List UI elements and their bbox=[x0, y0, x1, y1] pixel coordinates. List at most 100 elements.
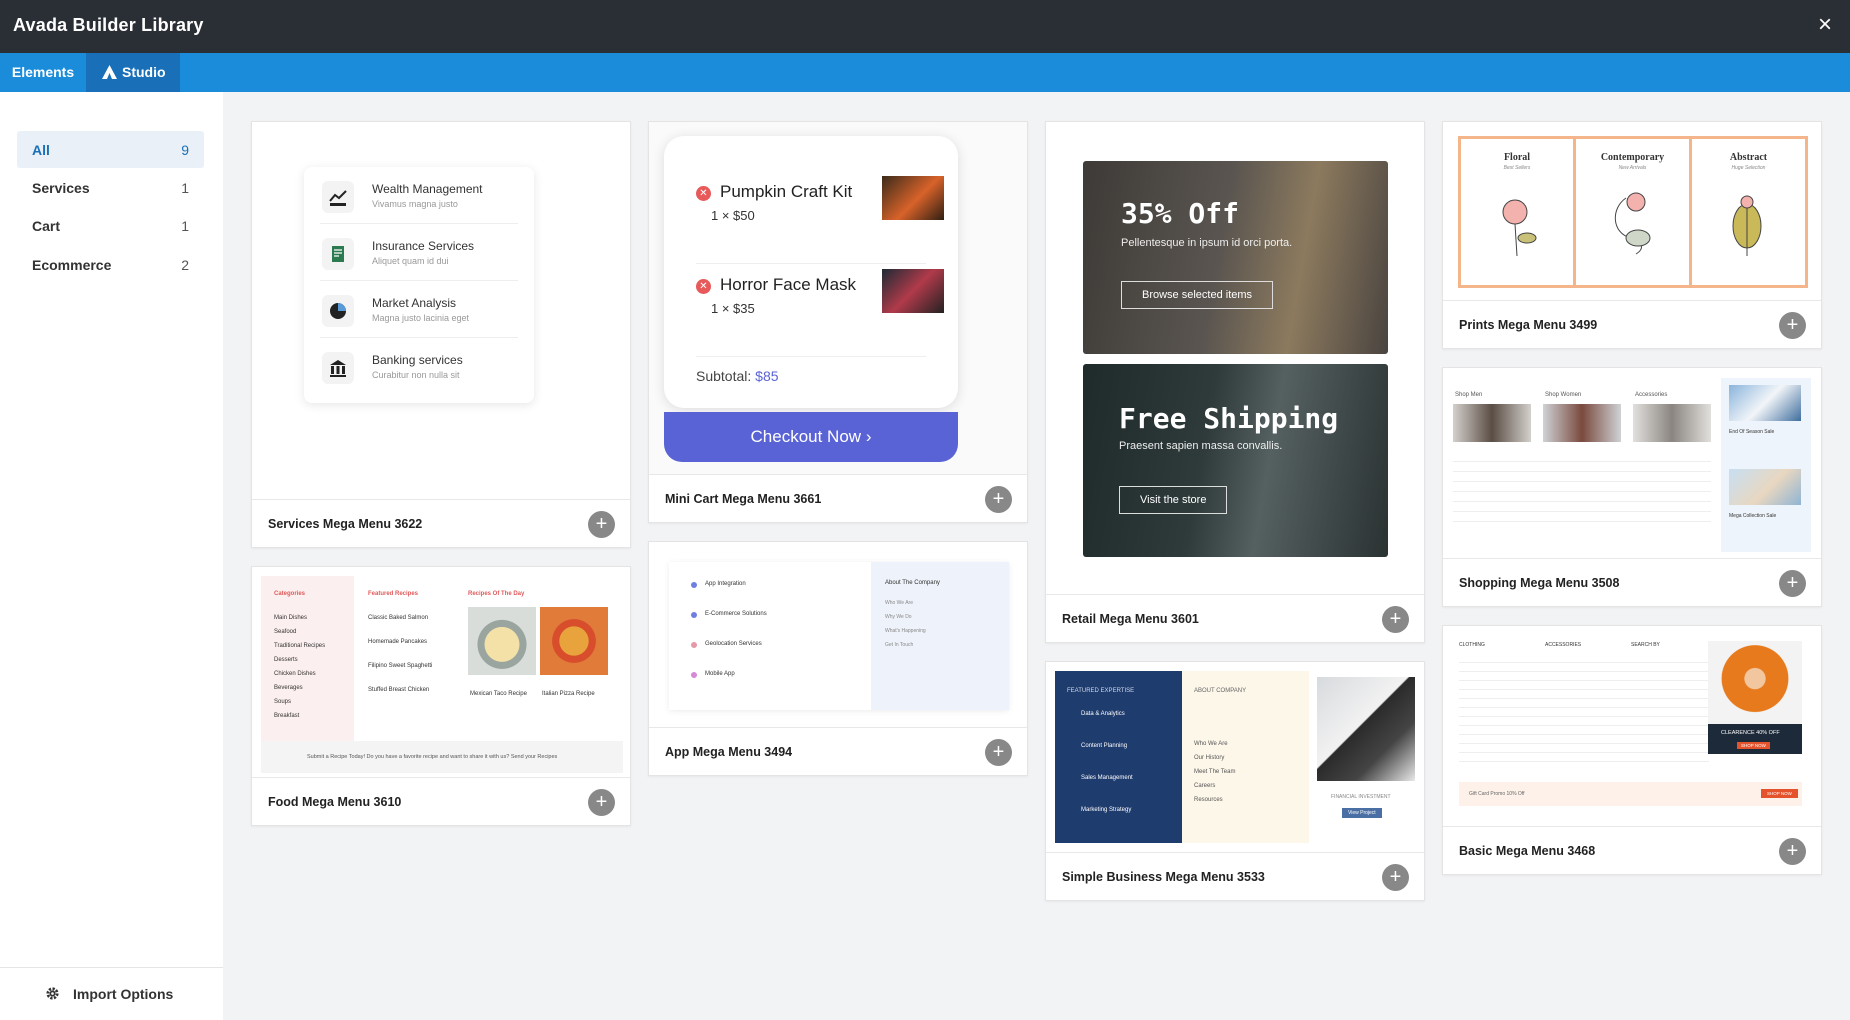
list-item: Wealth Management Vivamus magna justo bbox=[320, 167, 518, 224]
card-preview: Categories Main Dishes Seafood Tradition… bbox=[252, 567, 630, 779]
business-about-item: Our History bbox=[1194, 755, 1225, 761]
business-about-item: Resources bbox=[1194, 797, 1223, 803]
sidebar-item-cart[interactable]: Cart 1 bbox=[17, 207, 204, 244]
add-icon[interactable]: + bbox=[1779, 838, 1806, 865]
services-menu-preview: Wealth Management Vivamus magna justo In… bbox=[304, 167, 534, 403]
food-recipe: Filipino Sweet Spaghetti bbox=[368, 663, 433, 669]
card-services-mega-menu[interactable]: Wealth Management Vivamus magna justo In… bbox=[251, 121, 631, 548]
basic-col-title: CLOTHING bbox=[1459, 642, 1485, 648]
retail-button: Browse selected items bbox=[1121, 281, 1274, 309]
card-title: Retail Mega Menu 3601 bbox=[1062, 612, 1199, 626]
retail-text: Pellentesque in ipsum id orci porta. bbox=[1121, 237, 1293, 249]
card-footer: Shopping Mega Menu 3508 + bbox=[1443, 558, 1821, 606]
sidebar-item-count: 2 bbox=[181, 257, 189, 273]
card-title: Prints Mega Menu 3499 bbox=[1459, 318, 1598, 332]
bank-icon bbox=[322, 352, 354, 384]
card-footer: Simple Business Mega Menu 3533 + bbox=[1046, 852, 1424, 900]
cart-item-qty: 1 × $50 bbox=[711, 208, 755, 223]
tab-bar: Elements Studio bbox=[0, 53, 1850, 92]
service-title: Banking services bbox=[372, 353, 463, 367]
sidebar-item-ecommerce[interactable]: Ecommerce 2 bbox=[17, 246, 204, 283]
divider bbox=[696, 356, 926, 357]
tab-studio[interactable]: Studio bbox=[86, 53, 180, 92]
chevron-right-icon: › bbox=[865, 427, 872, 446]
app-icon bbox=[691, 612, 697, 618]
card-footer: Prints Mega Menu 3499 + bbox=[1443, 300, 1821, 348]
import-options-button[interactable]: Import Options bbox=[0, 967, 223, 1020]
app-right-title: About The Company bbox=[885, 580, 940, 586]
food-category: Desserts bbox=[274, 657, 298, 663]
rose-illustration-icon bbox=[1502, 199, 1537, 257]
prints-subtitle: New Arrivals bbox=[1618, 165, 1647, 171]
card-footer: Retail Mega Menu 3601 + bbox=[1046, 594, 1424, 642]
basic-bottom-text: Gift Card Promo 10% Off bbox=[1469, 791, 1525, 797]
subtotal-value: $85 bbox=[755, 368, 779, 384]
food-category: Main Dishes bbox=[274, 615, 308, 621]
shopping-col-title: Shop Women bbox=[1545, 392, 1582, 398]
food-col1-title: Categories bbox=[274, 591, 306, 597]
add-icon[interactable]: + bbox=[588, 789, 615, 816]
basic-links bbox=[1459, 654, 1709, 764]
food-category: Beverages bbox=[274, 685, 303, 691]
app-item: Geolocation Services bbox=[705, 641, 762, 647]
sidebar-item-all[interactable]: All 9 bbox=[17, 131, 204, 168]
card-title: Mini Cart Mega Menu 3661 bbox=[665, 492, 822, 506]
sidebar: All 9 Services 1 Cart 1 Ecommerce 2 Impo… bbox=[0, 92, 223, 1020]
business-expertise-item: Marketing Strategy bbox=[1081, 807, 1132, 813]
divider bbox=[696, 263, 926, 264]
add-icon[interactable]: + bbox=[1779, 570, 1806, 597]
app-right-item: Get In Touch bbox=[885, 642, 914, 648]
shopping-promo-label: End Of Season Sale bbox=[1729, 429, 1775, 435]
food-col2-title: Featured Recipes bbox=[368, 591, 419, 597]
card-preview: 35% Off Pellentesque in ipsum id orci po… bbox=[1046, 122, 1424, 596]
prints-subtitle: Best Sellers bbox=[1503, 165, 1531, 171]
add-icon[interactable]: + bbox=[588, 511, 615, 538]
checkout-label: Checkout Now bbox=[750, 427, 862, 446]
face-illustration-icon bbox=[1614, 192, 1651, 255]
sidebar-item-count: 1 bbox=[181, 180, 189, 196]
card-prints-mega-menu[interactable]: Floral Best Sellers Contemporary New Arr… bbox=[1442, 121, 1822, 349]
food-dish-label: Mexican Taco Recipe bbox=[470, 691, 527, 697]
prints-title: Abstract bbox=[1729, 152, 1768, 163]
retail-text: Praesent sapien massa convallis. bbox=[1119, 440, 1283, 452]
card-food-mega-menu[interactable]: Categories Main Dishes Seafood Tradition… bbox=[251, 566, 631, 826]
window-title: Avada Builder Library bbox=[13, 15, 204, 35]
shopping-col-title: Accessories bbox=[1635, 392, 1668, 398]
add-icon[interactable]: + bbox=[985, 739, 1012, 766]
close-icon[interactable]: × bbox=[1812, 10, 1838, 40]
pie-chart-icon bbox=[322, 295, 354, 327]
shopping-promo-label: Mega Collection Sale bbox=[1729, 513, 1777, 519]
tab-studio-label: Studio bbox=[122, 64, 166, 80]
service-subtitle: Vivamus magna justo bbox=[372, 199, 458, 209]
food-recipe: Homemade Pancakes bbox=[368, 639, 428, 645]
food-recipe: Stuffed Breast Chicken bbox=[368, 687, 430, 693]
service-subtitle: Aliquet quam id dui bbox=[372, 256, 449, 266]
add-icon[interactable]: + bbox=[1382, 606, 1409, 633]
food-category: Chicken Dishes bbox=[274, 671, 316, 677]
add-icon[interactable]: + bbox=[985, 486, 1012, 513]
card-app-mega-menu[interactable]: App Integration E-Commerce Solutions Geo… bbox=[648, 541, 1028, 776]
cart-subtotal: Subtotal: $85 bbox=[696, 368, 779, 384]
tab-elements[interactable]: Elements bbox=[0, 53, 86, 92]
card-shopping-mega-menu[interactable]: Shop Men Shop Women Accessories End Of S… bbox=[1442, 367, 1822, 607]
prints-subtitle: Huge Selection bbox=[1731, 165, 1766, 171]
card-title: Food Mega Menu 3610 bbox=[268, 795, 402, 809]
cart-item-name: Pumpkin Craft Kit bbox=[720, 182, 853, 201]
card-title: Shopping Mega Menu 3508 bbox=[1459, 576, 1620, 590]
service-title: Market Analysis bbox=[372, 296, 457, 310]
list-item: Market Analysis Magna justo lacinia eget bbox=[320, 281, 518, 338]
app-item: Mobile App bbox=[705, 671, 735, 677]
title-bar: Avada Builder Library × bbox=[0, 0, 1850, 53]
document-icon bbox=[322, 238, 354, 270]
card-preview: Floral Best Sellers Contemporary New Arr… bbox=[1443, 122, 1821, 302]
service-subtitle: Magna justo lacinia eget bbox=[372, 313, 470, 323]
card-preview: FEATURED EXPERTISE Data & Analytics Cont… bbox=[1046, 662, 1424, 854]
add-icon[interactable]: + bbox=[1382, 864, 1409, 891]
card-simple-business-mega-menu[interactable]: FEATURED EXPERTISE Data & Analytics Cont… bbox=[1045, 661, 1425, 901]
add-icon[interactable]: + bbox=[1779, 312, 1806, 339]
card-retail-mega-menu[interactable]: 35% Off Pellentesque in ipsum id orci po… bbox=[1045, 121, 1425, 643]
card-basic-mega-menu[interactable]: CLOTHING ACCESSORIES SEARCH BY CLEARENCE… bbox=[1442, 625, 1822, 875]
sidebar-item-services[interactable]: Services 1 bbox=[17, 169, 204, 206]
app-icon bbox=[691, 642, 697, 648]
card-mini-cart-mega-menu[interactable]: ✕ Pumpkin Craft Kit 1 × $50 ✕ Horror Fac… bbox=[648, 121, 1028, 523]
